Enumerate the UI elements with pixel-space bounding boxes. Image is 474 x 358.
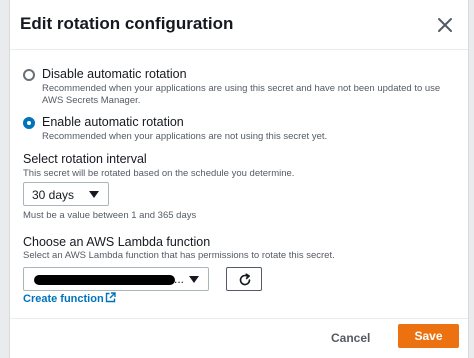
cancel-button[interactable]: Cancel xyxy=(331,331,370,345)
footer-divider xyxy=(10,318,468,319)
refresh-button[interactable] xyxy=(226,267,262,291)
caret-down-icon xyxy=(189,276,199,283)
interval-description: This secret will be rotated based on the… xyxy=(23,168,295,179)
rotation-interval-select[interactable]: 30 days xyxy=(23,182,109,206)
create-function-label: Create function xyxy=(23,293,104,305)
refresh-icon xyxy=(239,273,251,286)
interval-label: Select rotation interval xyxy=(23,152,147,166)
lambda-value-suffix: ... xyxy=(174,272,185,286)
caret-down-icon xyxy=(89,191,99,198)
interval-value: 30 days xyxy=(32,188,75,202)
radio-enable-label: Enable automatic rotation xyxy=(42,115,184,129)
lambda-function-select[interactable]: ... xyxy=(23,267,209,291)
save-button[interactable]: Save xyxy=(398,324,459,348)
edit-rotation-dialog: Edit rotation configuration Disable auto… xyxy=(9,0,469,358)
radio-button-checked[interactable] xyxy=(23,117,35,129)
close-icon xyxy=(438,18,452,32)
dialog-title: Edit rotation configuration xyxy=(20,14,234,33)
radio-enable-description: Recommended when your applications are n… xyxy=(42,131,328,142)
radio-disable-label: Disable automatic rotation xyxy=(42,67,187,81)
radio-button[interactable] xyxy=(23,69,35,81)
external-link-icon xyxy=(105,292,116,303)
redacted-function-name xyxy=(34,275,175,285)
lambda-description: Select an AWS Lambda function that has p… xyxy=(23,250,335,261)
radio-disable-description: Recommended when your applications are u… xyxy=(42,83,441,106)
dialog-header: Edit rotation configuration xyxy=(10,0,468,50)
lambda-label: Choose an AWS Lambda function xyxy=(23,235,211,249)
create-function-link[interactable]: Create function xyxy=(23,292,116,305)
interval-constraint: Must be a value between 1 and 365 days xyxy=(23,210,197,221)
close-button[interactable] xyxy=(434,14,456,36)
